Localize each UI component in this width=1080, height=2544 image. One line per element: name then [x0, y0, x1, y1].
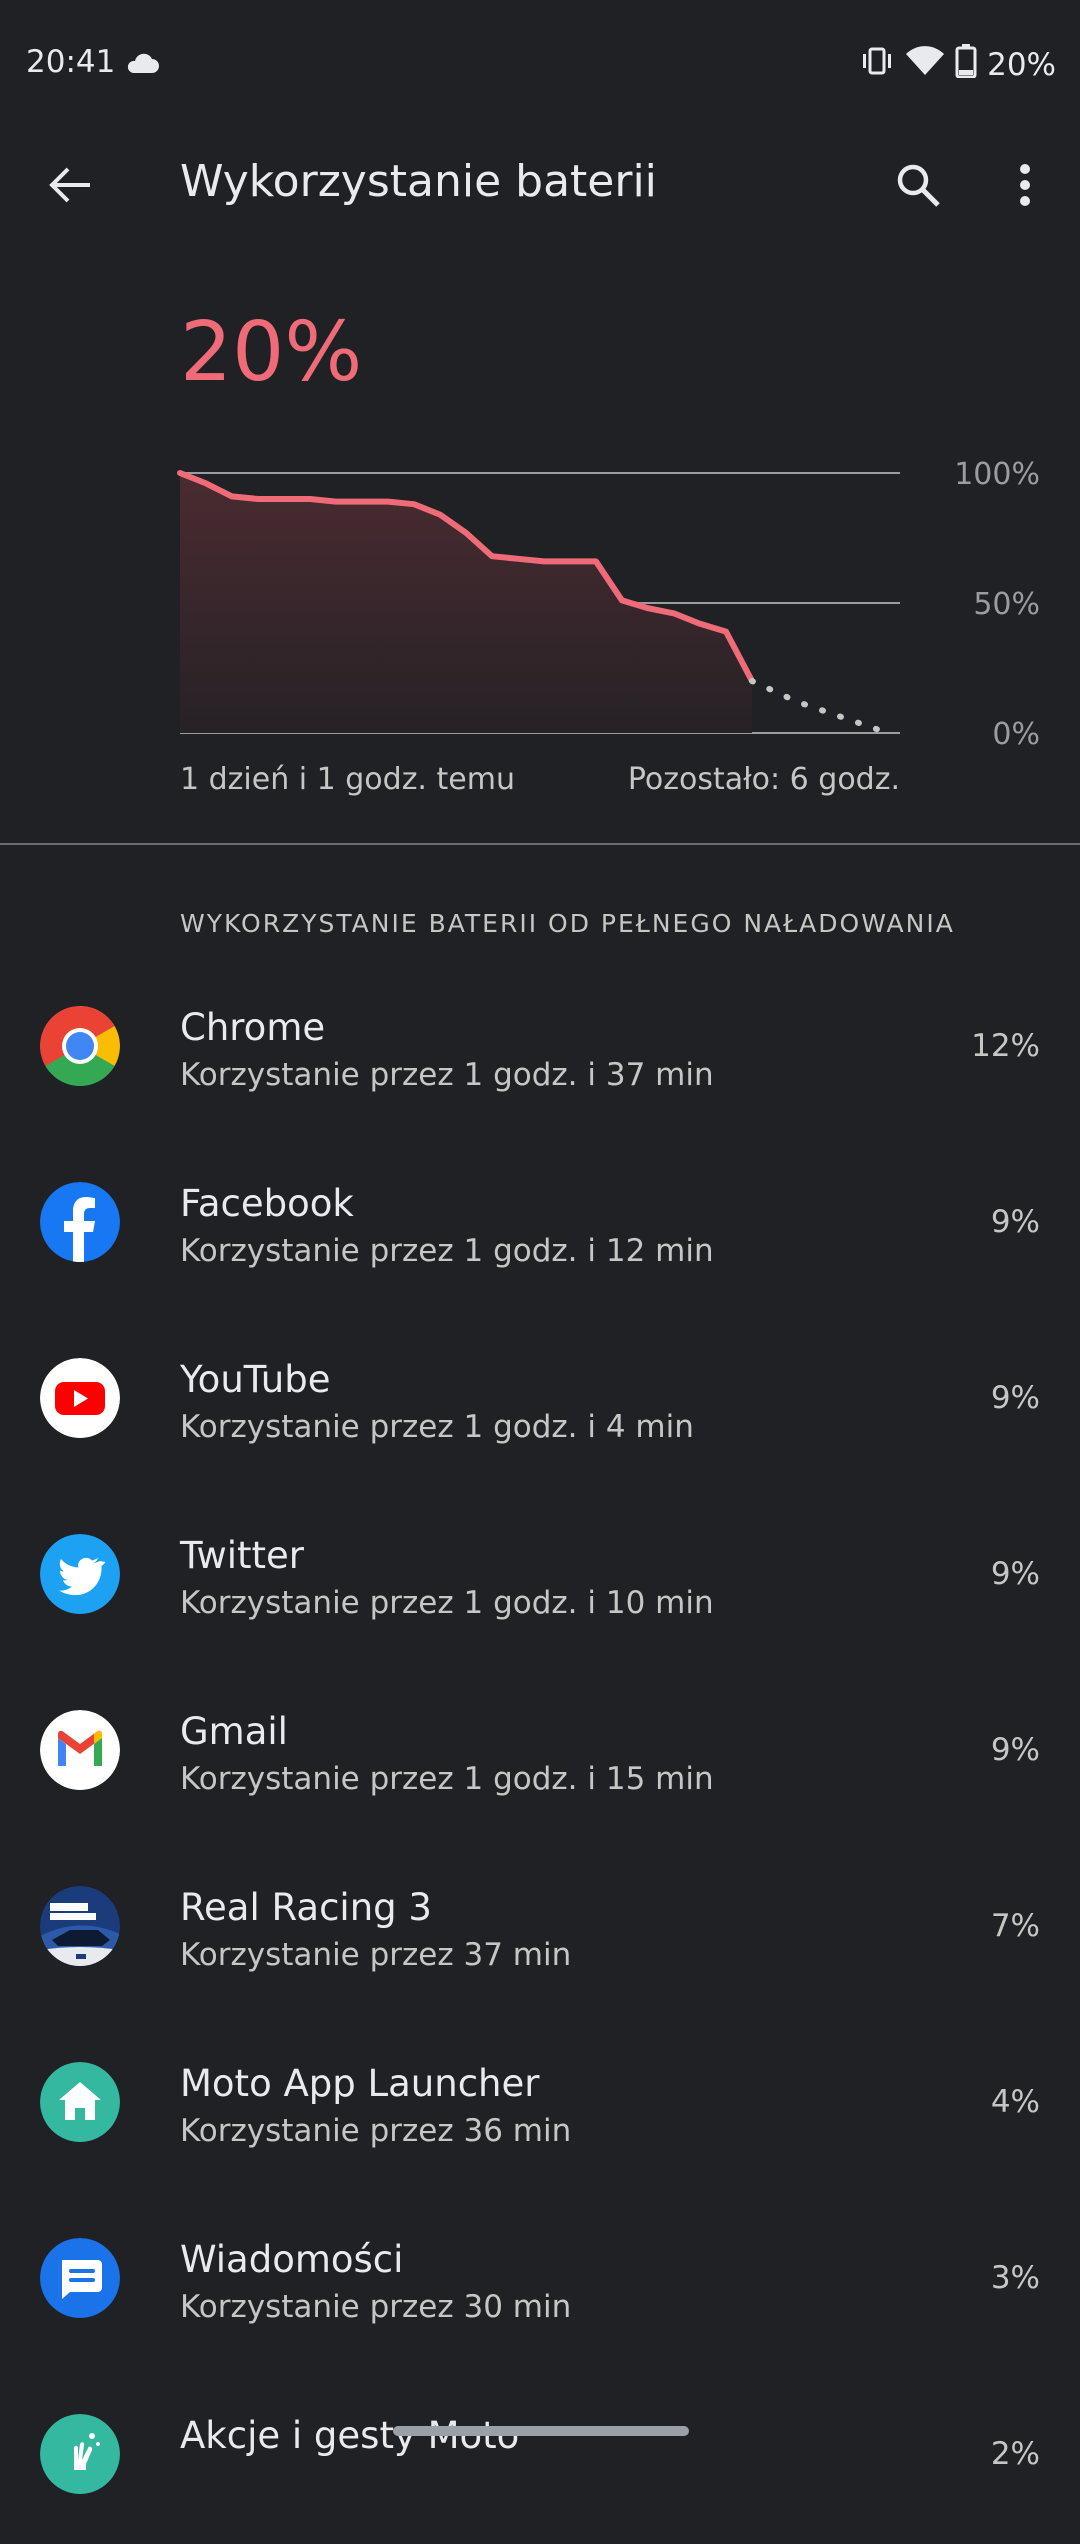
status-time: 20:41 — [26, 44, 116, 80]
search-button[interactable] — [888, 155, 948, 215]
gmail-icon — [40, 1710, 120, 1790]
y-tick-0: 0% — [992, 717, 1040, 752]
app-usage-time: Korzystanie przez 30 min — [180, 2289, 572, 2325]
y-tick-50: 50% — [973, 587, 1040, 622]
messages-icon — [40, 2238, 120, 2318]
app-row-moto-app-launcher[interactable]: Moto App Launcher Korzystanie przez 36 m… — [0, 2016, 1080, 2192]
chrome-icon — [40, 1006, 120, 1086]
more-options-button[interactable] — [1000, 155, 1050, 215]
cloud-icon — [124, 52, 160, 78]
home-icon — [40, 2062, 120, 2142]
moto-actions-icon — [40, 2414, 120, 2494]
real-racing-icon — [40, 1886, 120, 1966]
app-usage-time: Korzystanie przez 1 godz. i 10 min — [180, 1585, 714, 1621]
chart-start-label: 1 dzień i 1 godz. temu — [180, 762, 515, 797]
app-usage-time: Korzystanie przez 1 godz. i 15 min — [180, 1761, 714, 1797]
facebook-icon — [40, 1182, 120, 1262]
app-row-youtube[interactable]: YouTube Korzystanie przez 1 godz. i 4 mi… — [0, 1312, 1080, 1488]
twitter-icon — [40, 1534, 120, 1614]
battery-icon — [955, 44, 977, 86]
app-usage-percent: 3% — [990, 2260, 1040, 2296]
gesture-nav-handle[interactable] — [393, 2426, 689, 2436]
app-usage-time: Korzystanie przez 1 godz. i 4 min — [180, 1409, 694, 1445]
app-usage-percent: 9% — [990, 1732, 1040, 1768]
wifi-icon — [905, 46, 945, 84]
app-name: Gmail — [180, 1710, 288, 1753]
app-name: Real Racing 3 — [180, 1886, 432, 1929]
more-vert-icon — [1020, 164, 1030, 206]
youtube-icon — [40, 1358, 120, 1438]
projection-line — [749, 678, 891, 736]
app-usage-percent: 9% — [990, 1556, 1040, 1592]
app-usage-percent: 9% — [990, 1380, 1040, 1416]
app-usage-time: Korzystanie przez 1 godz. i 12 min — [180, 1233, 714, 1269]
app-row-wiadomosci[interactable]: Wiadomości Korzystanie przez 30 min 3% — [0, 2192, 1080, 2368]
app-usage-percent: 9% — [990, 1204, 1040, 1240]
app-name: Twitter — [180, 1534, 305, 1577]
app-usage-time: Korzystanie przez 1 godz. i 37 min — [180, 1057, 714, 1093]
vibrate-icon — [859, 46, 895, 84]
battery-history-chart: 100% 50% 0% — [177, 457, 1040, 752]
arrow-left-icon — [49, 167, 90, 203]
y-tick-100: 100% — [954, 457, 1040, 492]
chart-remaining-label: Pozostało: 6 godz. — [627, 762, 900, 797]
app-name: YouTube — [180, 1358, 331, 1401]
app-usage-percent: 2% — [990, 2436, 1040, 2472]
back-button[interactable] — [40, 155, 100, 215]
app-row-akcje-i-gesty-moto[interactable]: Akcje i gesty Moto 2% — [0, 2368, 1080, 2544]
app-usage-percent: 12% — [971, 1028, 1040, 1064]
app-usage-percent: 7% — [990, 1908, 1040, 1944]
status-icons: 20% — [859, 44, 1056, 86]
app-name: Wiadomości — [180, 2238, 404, 2281]
app-row-facebook[interactable]: Facebook Korzystanie przez 1 godz. i 12 … — [0, 1136, 1080, 1312]
app-row-twitter[interactable]: Twitter Korzystanie przez 1 godz. i 10 m… — [0, 1488, 1080, 1664]
search-icon — [897, 164, 940, 207]
app-name: Facebook — [180, 1182, 354, 1225]
divider — [0, 843, 1080, 845]
app-row-real-racing-3[interactable]: Real Racing 3 Korzystanie przez 37 min 7… — [0, 1840, 1080, 2016]
app-usage-percent: 4% — [990, 2084, 1040, 2120]
app-usage-time: Korzystanie przez 37 min — [180, 1937, 572, 1973]
page-title: Wykorzystanie baterii — [180, 156, 657, 207]
app-name: Moto App Launcher — [180, 2062, 540, 2105]
app-row-gmail[interactable]: Gmail Korzystanie przez 1 godz. i 15 min… — [0, 1664, 1080, 1840]
app-row-chrome[interactable]: Chrome Korzystanie przez 1 godz. i 37 mi… — [0, 960, 1080, 1136]
app-name: Chrome — [180, 1006, 326, 1049]
battery-level: 20% — [180, 305, 363, 400]
section-header: WYKORZYSTANIE BATERII OD PEŁNEGO NAŁADOW… — [180, 909, 955, 938]
battery-percent: 20% — [987, 47, 1056, 83]
app-usage-time: Korzystanie przez 36 min — [180, 2113, 572, 2149]
